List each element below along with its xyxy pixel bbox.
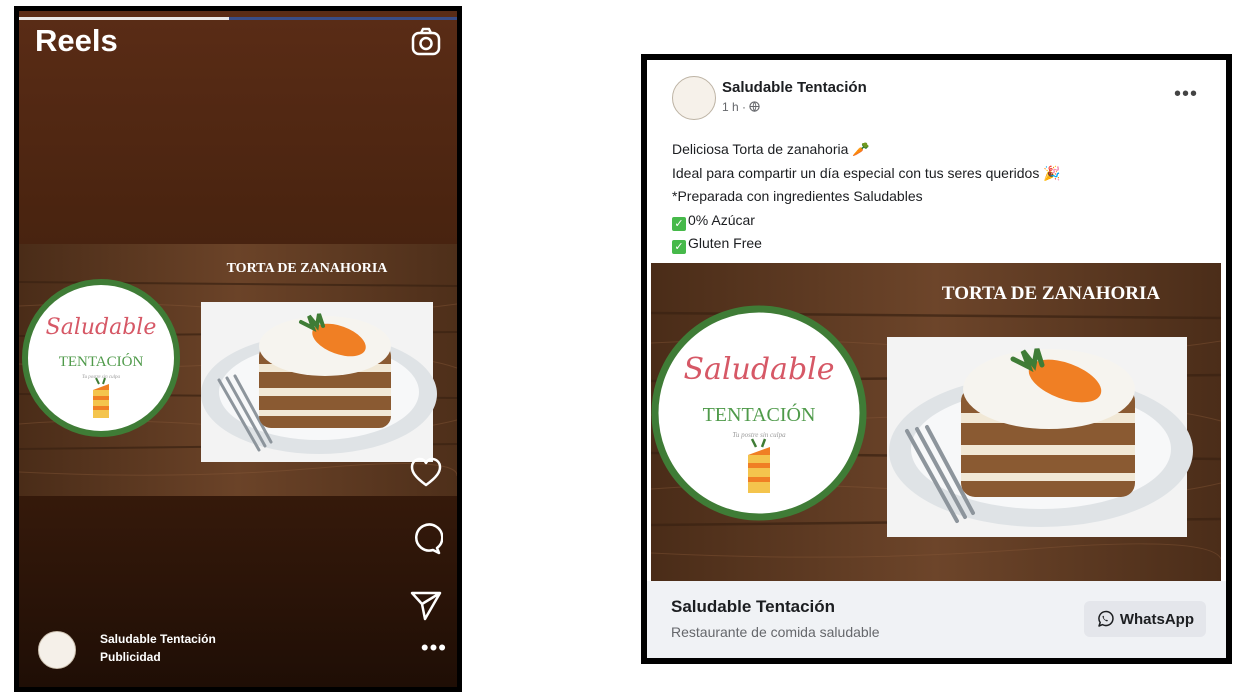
post-caption: Deliciosa Torta de zanahoria 🥕 Ideal par…: [672, 138, 1212, 256]
post-ad-image[interactable]: TORTA DE ZANAHORIA Saludable TENTACIÓN T…: [651, 263, 1221, 581]
camera-icon[interactable]: [409, 25, 443, 59]
post-cta-bar: Saludable Tentación Restaurante de comid…: [647, 581, 1226, 658]
check-mark-icon: ✓: [672, 216, 686, 231]
caption-check-item: ✓ 0% Azúcar: [672, 209, 1212, 233]
carrot-cake-photo: [887, 337, 1193, 537]
logo-tagline: Tu postre sin culpa: [82, 375, 121, 380]
brand-logo: Saludable TENTACIÓN Tu postre sin culpa: [22, 279, 180, 437]
heart-icon[interactable]: [409, 456, 443, 490]
page-name[interactable]: Saludable Tentación: [722, 79, 867, 96]
cta-page-name[interactable]: Saludable Tentación: [671, 597, 835, 617]
post-time[interactable]: 1 h ·: [722, 100, 749, 114]
more-options-icon[interactable]: •••: [421, 637, 447, 659]
logo-script-text: Saludable: [46, 315, 157, 340]
check-item-text: Gluten Free: [688, 235, 762, 251]
sponsored-label: Publicidad: [100, 650, 161, 664]
caption-line: Ideal para compartir un día especial con…: [672, 164, 1061, 181]
logo-brand-text: TENTACIÓN: [703, 402, 816, 426]
logo-brand-text: TENTACIÓN: [59, 353, 144, 370]
reel-progress-fill: [19, 17, 230, 20]
whatsapp-button-label: WhatsApp: [1119, 610, 1194, 628]
whatsapp-icon: [1098, 610, 1114, 627]
cta-page-description: Restaurante de comida saludable: [671, 624, 880, 640]
instagram-reels-screen: Reels TORTA DE ZANAHORIA Saludable TENTA…: [14, 6, 462, 692]
account-name[interactable]: Saludable Tentación: [100, 632, 216, 646]
check-item-text: 0% Azúcar: [688, 211, 755, 228]
caption-check-item: ✓ Gluten Free: [672, 232, 1212, 256]
brand-logo: Saludable TENTACIÓN Tu postre sin culpa: [651, 305, 867, 521]
globe-icon: [749, 101, 761, 112]
ad-headline: TORTA DE ZANAHORIA: [942, 283, 1161, 304]
caption-line: *Preparada con ingredientes Saludables: [672, 188, 923, 204]
reel-account-footer: Saludable Tentación Publicidad •••: [33, 625, 453, 675]
share-icon[interactable]: [409, 588, 443, 622]
comment-icon[interactable]: [409, 522, 444, 556]
carrot-cake-photo: [201, 302, 437, 462]
reel-progress-bar: [19, 17, 457, 20]
account-avatar[interactable]: [38, 631, 76, 669]
page-avatar[interactable]: [672, 76, 716, 120]
caption-line: Deliciosa Torta de zanahoria 🥕: [672, 141, 870, 157]
reels-title: Reels: [35, 23, 118, 58]
logo-tagline: Tu postre sin culpa: [732, 431, 786, 439]
post-header: Saludable Tentación 1 h · •••: [647, 60, 1226, 120]
whatsapp-button[interactable]: WhatsApp: [1083, 601, 1206, 637]
post-meta: 1 h ·: [722, 100, 761, 114]
reel-ad-video[interactable]: TORTA DE ZANAHORIA Saludable TENTACIÓN T…: [19, 244, 457, 496]
post-menu-icon[interactable]: •••: [1174, 84, 1198, 104]
reel-ad-headline: TORTA DE ZANAHORIA: [227, 261, 389, 276]
facebook-post: Saludable Tentación 1 h · ••• Deliciosa …: [641, 54, 1232, 664]
logo-script-text: Saludable: [684, 352, 835, 387]
check-mark-icon: ✓: [672, 240, 686, 254]
